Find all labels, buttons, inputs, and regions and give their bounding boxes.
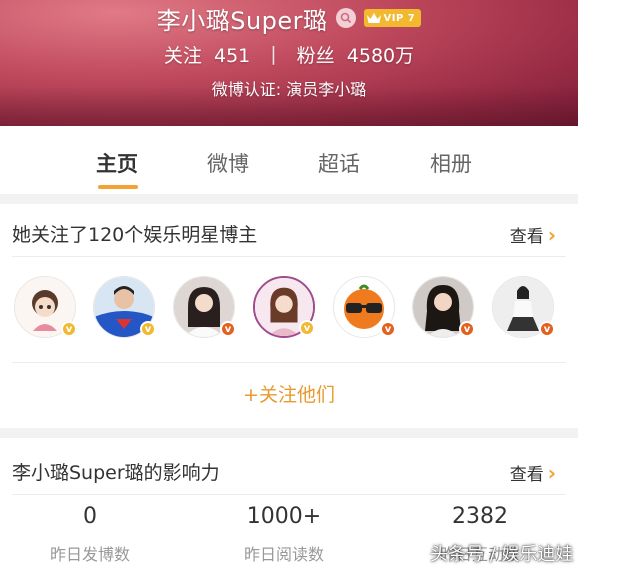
- watermark: 头条号 / 娱乐迪娃: [430, 544, 574, 565]
- follow-them-button[interactable]: +关注他们: [0, 380, 578, 407]
- followed-avatars: v v v v v v v: [14, 276, 574, 348]
- verification-text: 微博认证: 演员李小璐: [211, 80, 367, 99]
- verified-badge-icon: v: [459, 321, 475, 337]
- metric-reads-label: 昨日阅读数: [243, 545, 324, 564]
- fans-count: 4580万: [346, 44, 415, 67]
- vip-level: VIP 7: [383, 12, 416, 24]
- metric-interactions-value: 2382: [452, 504, 508, 529]
- verified-badge-icon: v: [299, 320, 315, 336]
- tab-weibo[interactable]: 微博: [207, 148, 249, 178]
- metric-posts-label: 昨日发博数: [49, 545, 130, 564]
- profile-banner: 李小璐Super璐 VIP 7 关注 451 | 粉丝 4580万 微博认证: …: [0, 0, 578, 126]
- stats-separator: |: [270, 43, 277, 65]
- following-more-label: 查看: [509, 227, 544, 247]
- active-tab-indicator: [98, 185, 138, 189]
- avatar-woman-purple-frame[interactable]: v: [253, 276, 315, 338]
- avatar-woman-black-hair[interactable]: v: [412, 276, 475, 338]
- profile-stats: 关注 451 | 粉丝 4580万: [0, 38, 578, 70]
- divider: [12, 494, 566, 495]
- follow-count: 451: [213, 44, 251, 67]
- avatar-man-blue-shirt[interactable]: v: [93, 276, 156, 338]
- verified-badge-icon: v: [220, 321, 236, 337]
- metric-reads-value: 1000+: [246, 504, 322, 529]
- verified-badge-icon: v: [539, 321, 555, 337]
- chevron-right-icon: ›: [547, 222, 556, 247]
- crown-icon: [366, 13, 381, 23]
- section-gap: [0, 194, 578, 204]
- follow-label: 关注: [163, 44, 202, 67]
- verified-badge-icon: v: [380, 321, 396, 337]
- divider: [12, 362, 566, 363]
- following-title: 她关注了120个娱乐明星博主: [12, 224, 258, 246]
- profile-tabs: 主页 微博 超话 相册: [0, 126, 578, 194]
- tab-super-topic[interactable]: 超话: [318, 148, 360, 178]
- divider: [12, 256, 566, 257]
- following-card: 她关注了120个娱乐明星博主 查看 › v v v v v v v +关注他们: [0, 204, 578, 428]
- verified-badge-icon: v: [140, 321, 156, 337]
- fans-stat[interactable]: 粉丝 4580万: [297, 41, 414, 68]
- fans-label: 粉丝: [296, 44, 335, 67]
- influence-more-link[interactable]: 查看 ›: [509, 460, 556, 486]
- vip-badge[interactable]: VIP 7: [363, 9, 422, 27]
- section-gap: [0, 428, 578, 438]
- avatar-cartoon-girl[interactable]: v: [14, 276, 77, 338]
- profile-name: 李小璐Super璐: [156, 6, 328, 35]
- tab-album[interactable]: 相册: [430, 148, 472, 178]
- following-more-link[interactable]: 查看 ›: [509, 222, 556, 248]
- avatar-orange-sunglasses[interactable]: v: [333, 276, 396, 338]
- tab-home[interactable]: 主页: [96, 148, 138, 178]
- influence-more-label: 查看: [509, 465, 544, 485]
- metric-posts-value: 0: [83, 504, 97, 529]
- follow-stat[interactable]: 关注 451: [164, 41, 250, 68]
- avatar-woman-white-dress[interactable]: v: [173, 276, 236, 338]
- search-icon[interactable]: [335, 8, 356, 28]
- chevron-right-icon: ›: [547, 460, 556, 485]
- avatar-woman-sitting[interactable]: v: [492, 276, 555, 338]
- influence-title: 李小璐Super璐的影响力: [12, 462, 220, 484]
- profile-name-row: 李小璐Super璐 VIP 7: [0, 0, 578, 36]
- verified-badge-icon: v: [61, 321, 77, 337]
